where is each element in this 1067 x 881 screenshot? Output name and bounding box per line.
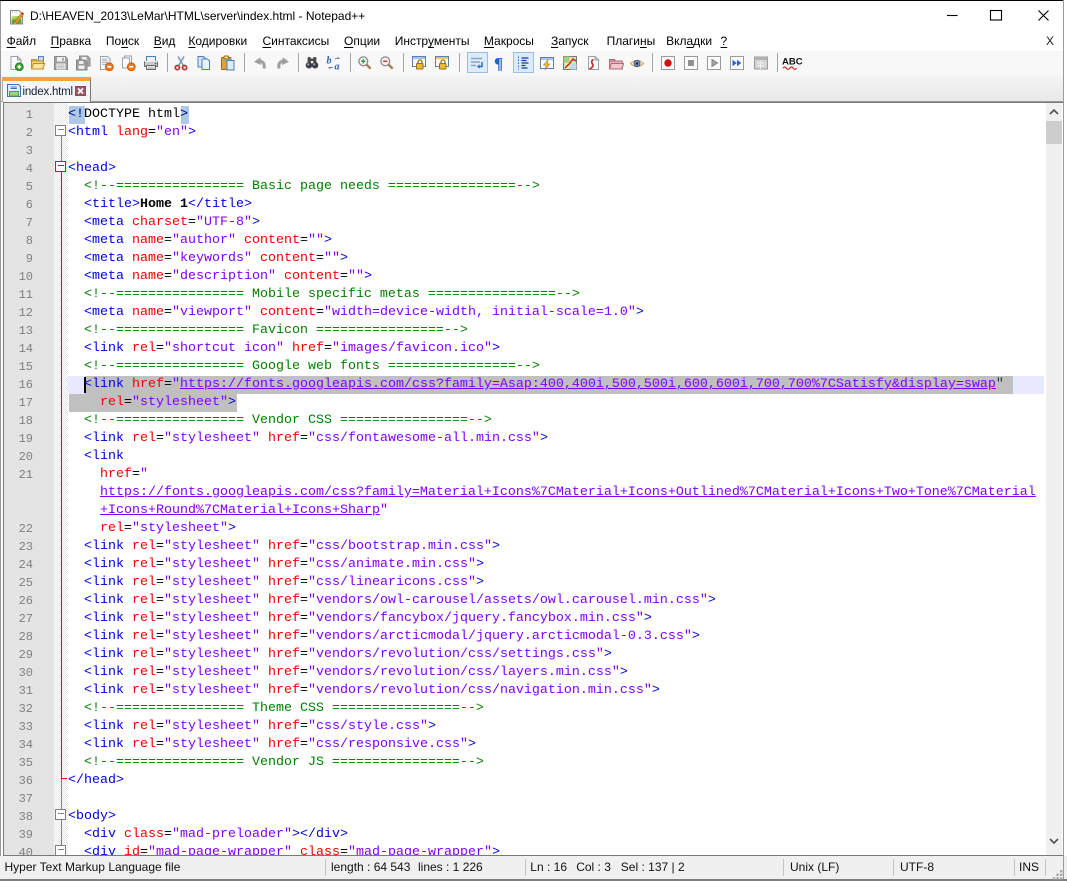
svg-text:ABC: ABC — [782, 56, 803, 67]
svg-text:¶: ¶ — [494, 55, 503, 71]
svg-text:a: a — [334, 61, 339, 71]
svg-text:b: b — [326, 55, 331, 66]
